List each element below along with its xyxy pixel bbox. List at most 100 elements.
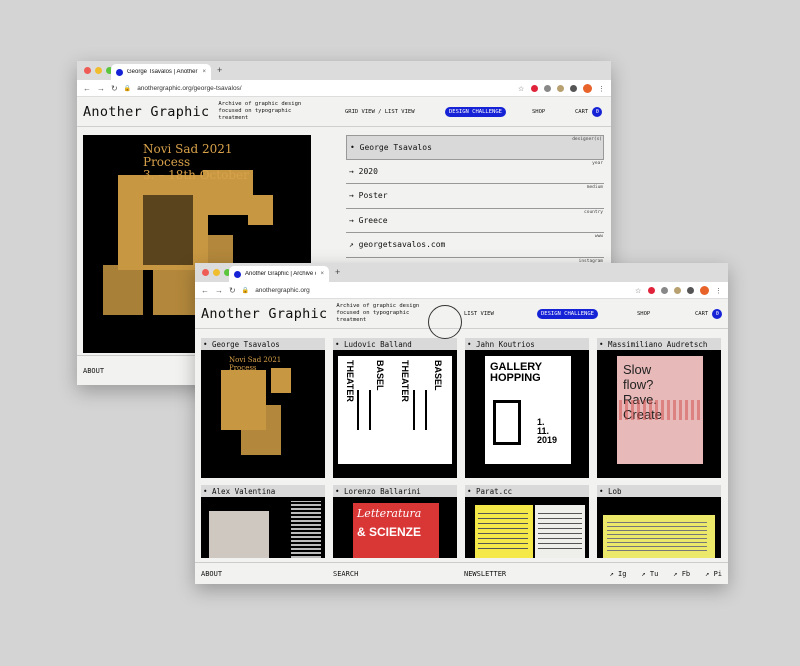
- extensions-area: ☆ ⋮: [635, 285, 722, 295]
- cart-link[interactable]: CART 0: [575, 97, 603, 127]
- instagram-link[interactable]: ↗ Ig: [610, 570, 627, 578]
- tab-strip: Another Graphic | Archive of graphic × +: [195, 263, 728, 282]
- close-tab-icon[interactable]: ×: [202, 69, 206, 75]
- lock-icon[interactable]: 🔒: [124, 85, 131, 92]
- card-poster-image[interactable]: Letteratura & SCIENZE: [333, 497, 457, 558]
- puzzle-icon[interactable]: [687, 286, 694, 294]
- forward-arrow-icon[interactable]: →: [215, 286, 223, 295]
- back-arrow-icon[interactable]: ←: [83, 84, 91, 93]
- bookmark-star-icon[interactable]: ☆: [518, 85, 525, 93]
- poster-headline: Novi Sad 2021 Process 3. – 18th October: [143, 143, 249, 182]
- project-card[interactable]: • Jahn Koutrios GALLERY HOPPING 1. 11. 2…: [465, 338, 589, 478]
- project-card[interactable]: • Ludovic Balland THEATER BASEL THEATER …: [333, 338, 457, 478]
- info-row-medium[interactable]: → Poster medium: [346, 184, 604, 209]
- minimize-window-button[interactable]: [213, 269, 220, 276]
- social-links: ↗ Ig ↗ Tu ↗ Fb ↗ Pi: [610, 570, 722, 578]
- project-card[interactable]: • Alex Valentina: [201, 485, 325, 558]
- site-logo[interactable]: Another Graphic: [201, 306, 327, 322]
- browser-tab[interactable]: George Tsavalos | Another Graphic ×: [111, 64, 211, 80]
- card-designer-name[interactable]: • Jahn Koutrios: [465, 338, 589, 350]
- about-link[interactable]: ABOUT: [83, 367, 104, 375]
- site-tagline: Archive of graphic design focused on typ…: [218, 101, 302, 121]
- browser-tab[interactable]: Another Graphic | Archive of graphic ×: [229, 266, 329, 282]
- card-poster-image[interactable]: [465, 497, 589, 558]
- new-tab-button[interactable]: +: [217, 65, 222, 75]
- info-row-country[interactable]: → Greece country: [346, 209, 604, 233]
- info-key: medium: [586, 185, 603, 190]
- about-link[interactable]: ABOUT: [201, 570, 222, 578]
- project-card[interactable]: • Lorenzo Ballarini Letteratura & SCIENZ…: [333, 485, 457, 558]
- menu-kebab-icon[interactable]: ⋮: [715, 287, 722, 295]
- card-poster-image[interactable]: GALLERY HOPPING 1. 11. 2019: [465, 350, 589, 478]
- card-designer-name[interactable]: • Lob: [597, 485, 721, 497]
- card-designer-name[interactable]: • Massimiliano Audretsch: [597, 338, 721, 350]
- card-designer-name[interactable]: • Ludovic Balland: [333, 338, 457, 350]
- pinterest-link[interactable]: ↗ Pi: [705, 570, 722, 578]
- project-card[interactable]: • George Tsavalos Novi Sad 2021 Process: [201, 338, 325, 478]
- new-tab-button[interactable]: +: [335, 267, 340, 277]
- close-window-button[interactable]: [84, 67, 91, 74]
- info-row-www[interactable]: ↗ georgetsavalos.com www: [346, 233, 604, 258]
- info-key: year: [592, 160, 603, 166]
- pinterest-extension-icon[interactable]: [648, 286, 655, 294]
- info-key: country: [584, 209, 603, 215]
- camera-extension-icon[interactable]: [544, 84, 551, 92]
- window-controls: [202, 269, 231, 276]
- extension-icon[interactable]: [674, 286, 681, 294]
- poster-title: Novi Sad 2021 Process: [229, 356, 281, 372]
- info-value: • George Tsavalos: [350, 142, 432, 152]
- cart-label[interactable]: CART: [695, 311, 708, 317]
- view-toggle[interactable]: LIST VIEW: [464, 299, 494, 329]
- pinterest-extension-icon[interactable]: [531, 84, 538, 92]
- lock-icon[interactable]: 🔒: [242, 287, 249, 294]
- reload-icon[interactable]: ↻: [111, 84, 118, 93]
- facebook-link[interactable]: ↗ Fb: [673, 570, 690, 578]
- newsletter-link[interactable]: NEWSLETTER: [464, 570, 506, 578]
- card-poster-image[interactable]: Novi Sad 2021 Process: [201, 350, 325, 478]
- address-toolbar: ← → ↻ 🔒 anothergraphic.org/george-tsaval…: [77, 80, 611, 97]
- project-card[interactable]: • Massimiliano Audretsch Slow flow? Rave…: [597, 338, 721, 478]
- card-poster-image[interactable]: THEATER BASEL THEATER BASEL: [333, 350, 457, 478]
- address-bar[interactable]: anothergraphic.org/george-tsavalos/: [137, 85, 512, 92]
- forward-arrow-icon[interactable]: →: [97, 84, 105, 93]
- shop-link[interactable]: SHOP: [637, 311, 650, 317]
- address-bar[interactable]: anothergraphic.org: [255, 287, 629, 294]
- poster-line: HOPPING: [490, 372, 541, 384]
- design-challenge-button[interactable]: DESIGN CHALLENGE: [445, 107, 506, 117]
- card-poster-image[interactable]: [597, 497, 721, 558]
- close-tab-icon[interactable]: ×: [320, 271, 324, 277]
- puzzle-icon[interactable]: [570, 84, 577, 92]
- card-poster-image[interactable]: [201, 497, 325, 558]
- minimize-window-button[interactable]: [95, 67, 102, 74]
- design-challenge-button[interactable]: DESIGN CHALLENGE: [537, 309, 598, 319]
- view-links[interactable]: GRID VIEW / LIST VIEW: [345, 109, 415, 115]
- search-link[interactable]: SEARCH: [333, 570, 358, 578]
- poster-word: THEATER: [345, 360, 355, 402]
- cart-label[interactable]: CART: [575, 109, 588, 115]
- view-toggle[interactable]: GRID VIEW / LIST VIEW: [345, 97, 415, 127]
- info-row-year[interactable]: → 2020 year: [346, 160, 604, 184]
- menu-kebab-icon[interactable]: ⋮: [598, 85, 605, 93]
- card-designer-name[interactable]: • Lorenzo Ballarini: [333, 485, 457, 497]
- card-poster-image[interactable]: Slow flow? Rave. Create: [597, 350, 721, 478]
- info-row-designer[interactable]: • George Tsavalos designer(s): [346, 135, 604, 160]
- card-designer-name[interactable]: • George Tsavalos: [201, 338, 325, 350]
- extension-icon[interactable]: [557, 84, 564, 92]
- camera-extension-icon[interactable]: [661, 286, 668, 294]
- cart-link[interactable]: CART 0: [695, 299, 723, 329]
- back-arrow-icon[interactable]: ←: [201, 286, 209, 295]
- card-designer-name[interactable]: • Parat.cc: [465, 485, 589, 497]
- profile-avatar[interactable]: [583, 83, 592, 93]
- list-view-link[interactable]: LIST VIEW: [464, 311, 494, 317]
- front-browser-window: Another Graphic | Archive of graphic × +…: [195, 263, 728, 584]
- shop-link[interactable]: SHOP: [532, 109, 545, 115]
- tumblr-link[interactable]: ↗ Tu: [641, 570, 658, 578]
- reload-icon[interactable]: ↻: [229, 286, 236, 295]
- profile-avatar[interactable]: [700, 285, 709, 295]
- close-window-button[interactable]: [202, 269, 209, 276]
- bookmark-star-icon[interactable]: ☆: [635, 287, 642, 295]
- project-card[interactable]: • Parat.cc: [465, 485, 589, 558]
- project-card[interactable]: • Lob: [597, 485, 721, 558]
- card-designer-name[interactable]: • Alex Valentina: [201, 485, 325, 497]
- site-logo[interactable]: Another Graphic: [83, 104, 209, 120]
